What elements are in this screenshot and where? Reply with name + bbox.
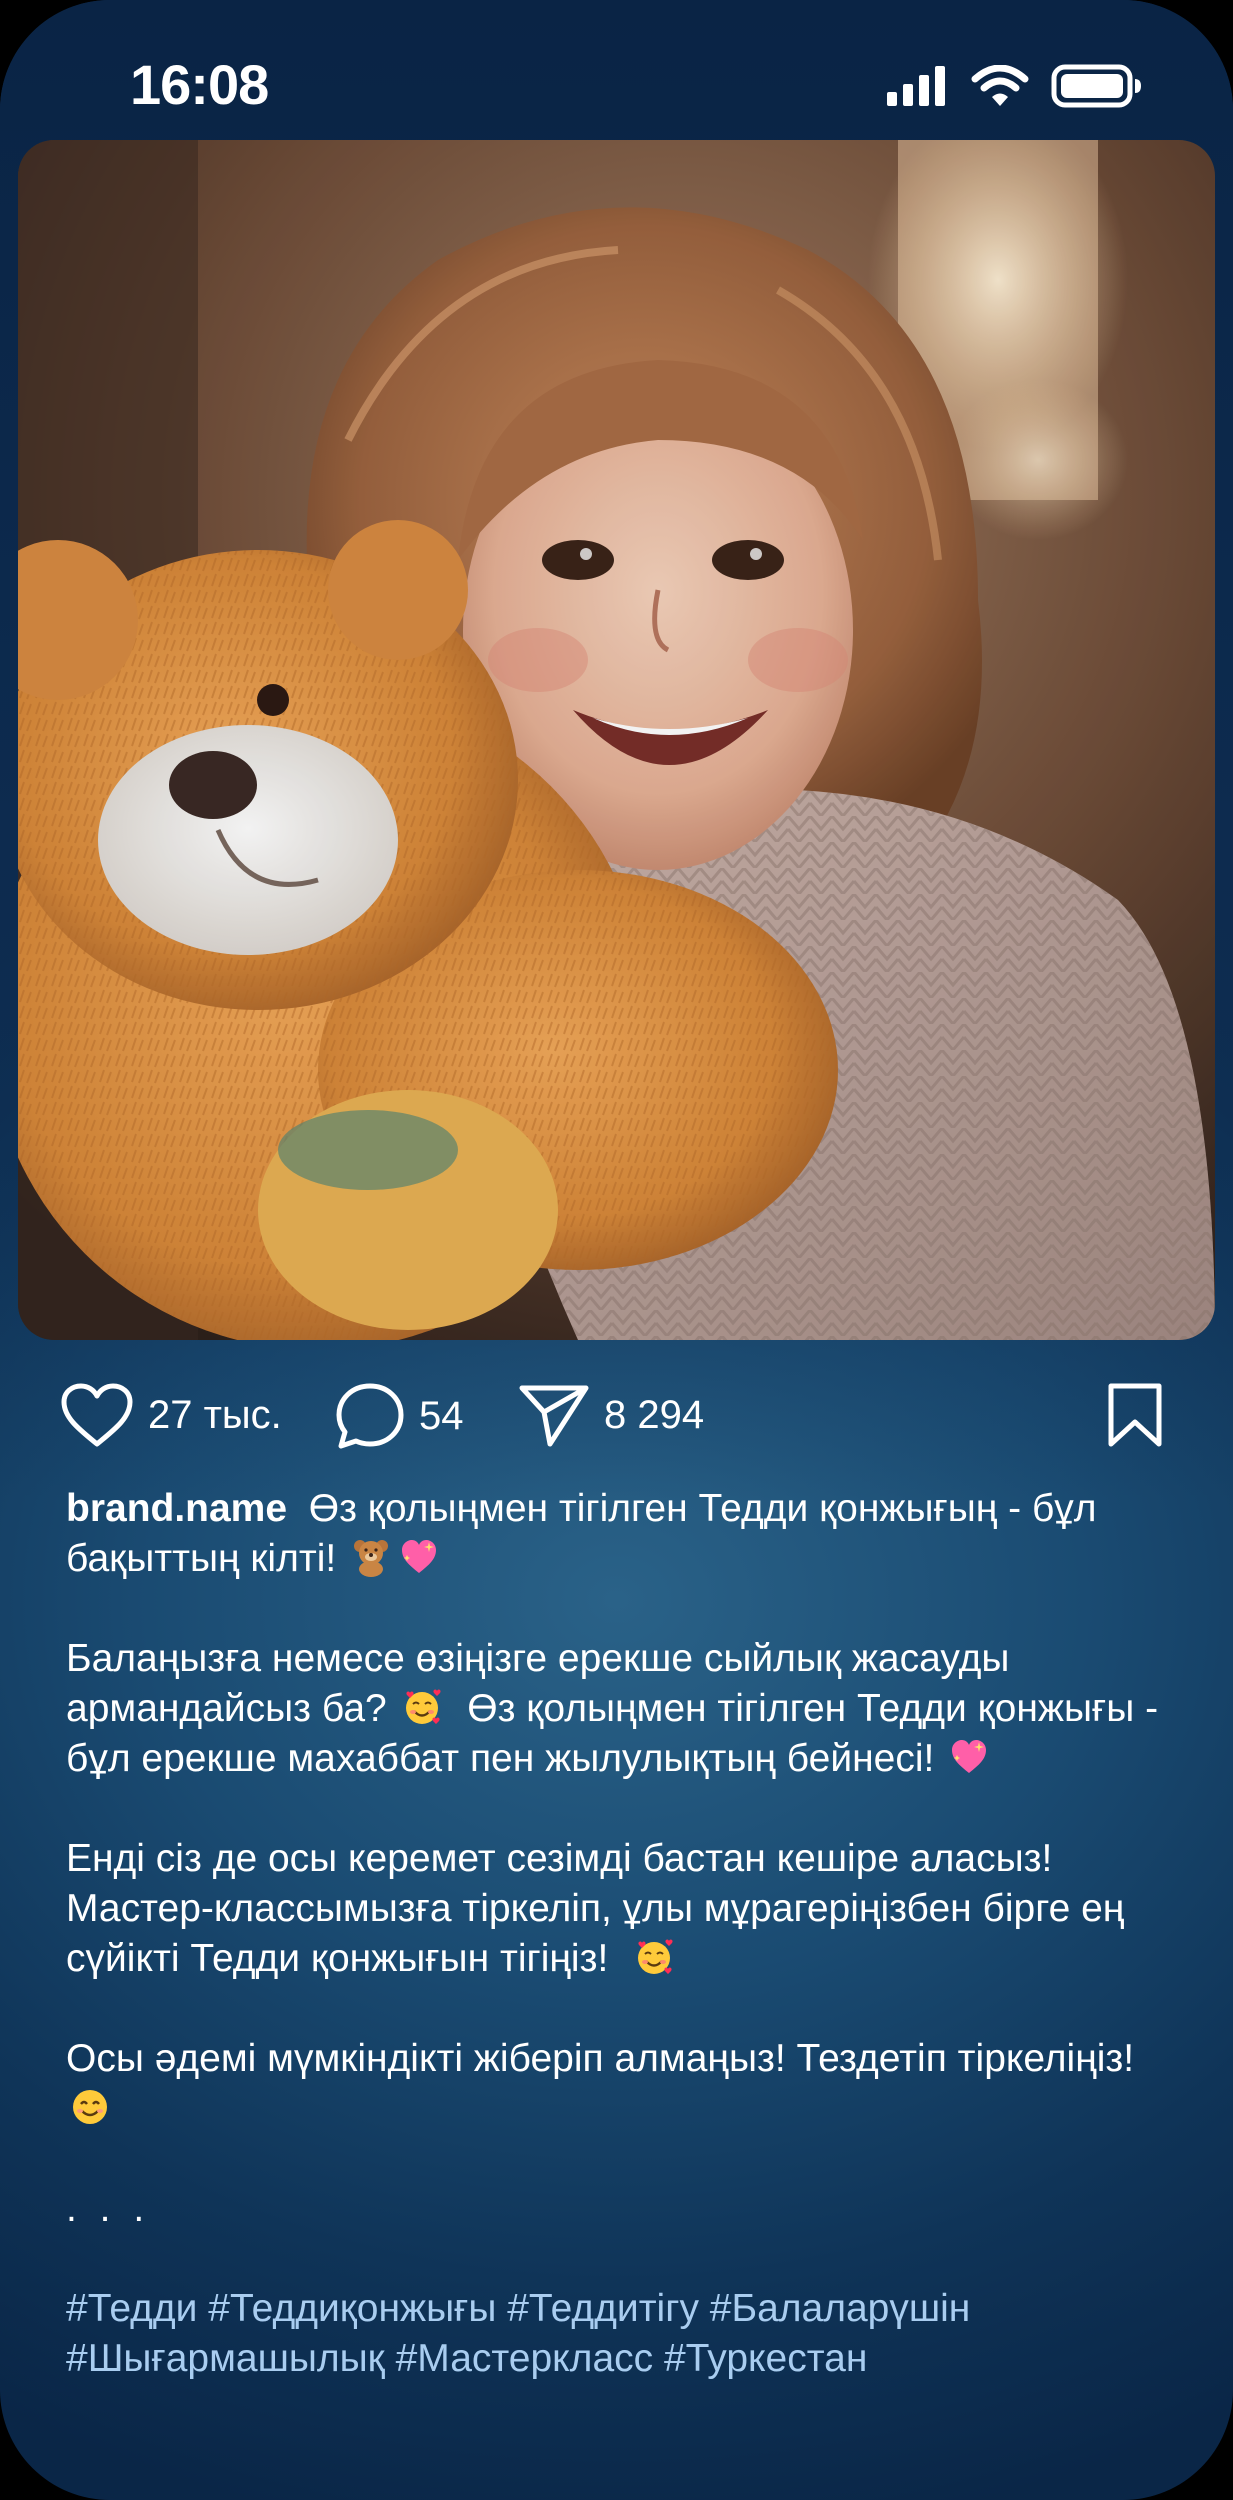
smiling-face-emoji-icon: [73, 2090, 107, 2124]
likes-count: 27 тыс.: [148, 1392, 282, 1437]
status-bar: 16:08: [0, 0, 1233, 140]
comments-count: 54: [419, 1393, 464, 1438]
comment-icon: [336, 1383, 404, 1449]
bookmark-icon: [1108, 1383, 1162, 1447]
send-icon: [519, 1385, 589, 1447]
shares-count: 8 294: [604, 1392, 705, 1437]
caption-paragraph-1: brand.name Өз қолыңмен тігілген Тедди қо…: [66, 1484, 1196, 1584]
battery-icon: [1051, 64, 1141, 108]
smiling-face-with-hearts-emoji-icon: [637, 1939, 673, 1974]
caption-ellipsis[interactable]: . . .: [66, 2184, 1196, 2234]
post-image[interactable]: [18, 140, 1215, 1340]
heart-icon: [61, 1383, 133, 1447]
teddy-bear-emoji-icon: [354, 1540, 389, 1577]
comment-action[interactable]: 54: [335, 1382, 464, 1450]
smiling-face-with-hearts-emoji-icon: [405, 1689, 441, 1724]
status-time: 16:08: [130, 53, 269, 116]
share-action[interactable]: 8 294: [518, 1382, 704, 1448]
save-action[interactable]: [1106, 1382, 1164, 1448]
post-action-bar: 27 тыс. 54 8 294: [0, 1370, 1233, 1460]
post-image-illustration: [18, 140, 1215, 1340]
caption-paragraph-2: Балаңызға немесе өзіңізге ерекше сыйлық …: [66, 1634, 1196, 1784]
wifi-icon: [971, 65, 1029, 106]
caption-paragraph-4: Осы әдемі мүмкіндікті жіберіп алмаңыз! Т…: [66, 2034, 1196, 2134]
caption-paragraph-3: Енді сіз де осы керемет сезімді бастан к…: [66, 1834, 1196, 1984]
post-caption: brand.name Өз қолыңмен тігілген Тедди қо…: [66, 1484, 1196, 2434]
phone-screen: 16:08 27 тыс. 54 8 294 brand.name Өз қол…: [0, 0, 1233, 2500]
sparkling-heart-emoji-icon: [402, 1540, 437, 1573]
status-icons: [887, 64, 1143, 108]
like-action[interactable]: 27 тыс.: [60, 1382, 282, 1448]
caption-paragraph-4-text: Осы әдемі мүмкіндікті жіберіп алмаңыз! Т…: [66, 2037, 1135, 2080]
caption-username[interactable]: brand.name: [66, 1487, 287, 1530]
cellular-signal-icon: [887, 66, 945, 106]
caption-hashtags[interactable]: #Тедди #Теддиқонжығы #Теддитігу #Балалар…: [66, 2284, 1196, 2384]
caption-paragraph-3-text: Енді сіз де осы керемет сезімді бастан к…: [66, 1837, 1125, 1980]
sparkling-heart-emoji-icon: [952, 1740, 987, 1773]
